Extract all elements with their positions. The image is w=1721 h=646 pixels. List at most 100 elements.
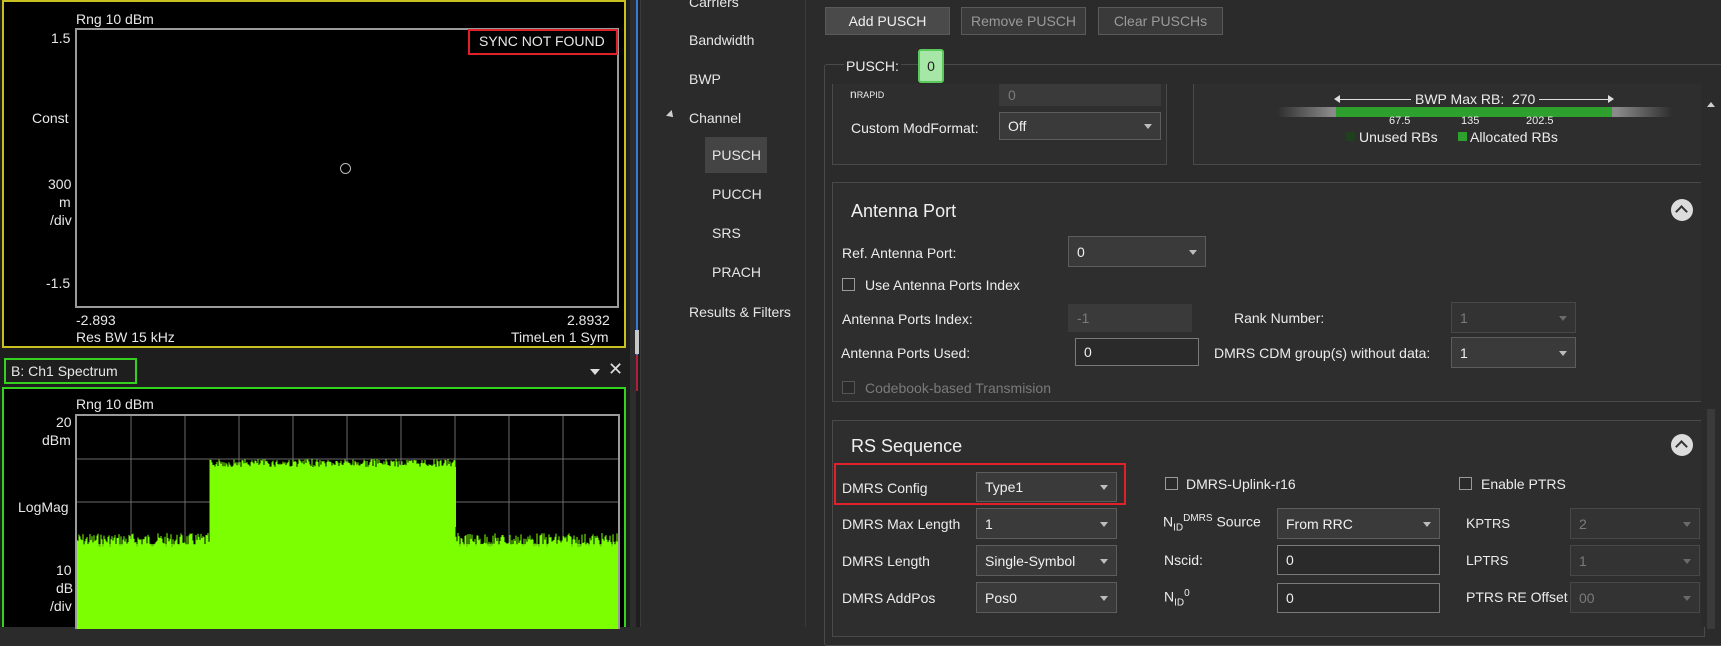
spectrum-plot[interactable] [75,414,620,629]
antenna-ports-index-input[interactable]: -1 [1068,304,1192,332]
unused-rb-legend: Unused RBs [1359,129,1438,145]
ptrs-re-offset-label: PTRS RE Offset [1466,589,1568,605]
nav-bandwidth[interactable]: Bandwidth [689,32,754,48]
dmrs-config-select[interactable]: Type1 [976,472,1117,502]
kptrs-label: KPTRS [1466,515,1511,531]
remove-pusch-button[interactable]: Remove PUSCH [961,7,1086,35]
dmrs-config-label: DMRS Config [842,480,928,496]
allocated-rb-legend: Allocated RBs [1470,129,1558,145]
nav-pucch[interactable]: PUCCH [712,186,762,202]
ref-antenna-port-label: Ref. Antenna Port: [842,245,957,261]
lptrs-select[interactable]: 1 [1570,545,1700,576]
rank-number-select[interactable]: 1 [1451,302,1576,333]
const-y-div-unit: m [59,194,71,210]
add-pusch-button[interactable]: Add PUSCH [825,7,950,35]
nid0-input[interactable]: 0 [1277,583,1440,613]
ptrs-re-offset-select[interactable]: 00 [1570,582,1700,613]
pusch-index-chip[interactable]: 0 [918,49,944,83]
constellation-marker [340,163,351,174]
n-rapid-label: nRAPID [850,87,885,101]
constellation-plot[interactable] [75,28,619,308]
ref-antenna-port-select[interactable]: 0 [1068,236,1206,267]
spectrum-trace [77,459,618,629]
settings-content: Add PUSCH Remove PUSCH Clear PUSCHs PUSC… [805,0,1721,646]
kptrs-select[interactable]: 2 [1570,508,1700,539]
antenna-ports-used-input[interactable]: 0 [1075,338,1199,366]
collapse-antenna-port-icon[interactable] [1671,199,1693,221]
instrument-display: Rng 10 dBm 1.5 Const 300 m /div -1.5 SYN… [0,0,640,629]
chevron-down-icon [1423,522,1431,527]
clear-puschs-button[interactable]: Clear PUSCHs [1098,7,1223,35]
n-rapid-input[interactable]: 0 [999,84,1161,106]
nid-dmrs-source-label: NIDDMRS Source [1163,513,1261,534]
rank-number-label: Rank Number: [1234,310,1325,326]
spec-y-div-value: 10 [56,562,72,578]
close-icon[interactable]: ✕ [608,359,623,380]
sync-status: SYNC NOT FOUND [479,33,605,49]
dmrs-length-select[interactable]: Single-Symbol [976,545,1117,576]
spectrum-band-fill [210,467,456,527]
dmrs-uplink-r16-checkbox[interactable] [1165,477,1178,490]
pane-divider-accent-blue [636,0,638,355]
nav-results-filters[interactable]: Results & Filters [689,304,791,320]
const-y-div-value: 300 [48,176,72,192]
collapse-rs-sequence-icon[interactable] [1671,434,1693,456]
scroll-up-icon[interactable] [1707,102,1715,107]
arrow-right-icon [1608,95,1614,103]
nav-pusch[interactable]: PUSCH [712,147,761,163]
chevron-down-icon [1144,124,1152,129]
nav-bwp[interactable]: BWP [689,71,721,87]
const-range: Rng 10 dBm [76,11,154,27]
spec-y-div-per: /div [50,598,72,614]
scrollbar-thumb[interactable] [1707,409,1715,629]
nscid-label: Nscid: [1164,552,1203,568]
lptrs-label: LPTRS [1466,552,1509,568]
spectrum-window[interactable]: Rng 10 dBm 20 dBm LogMag 10 dB /div [2,387,626,629]
dmrs-max-length-label: DMRS Max Length [842,516,961,532]
allocated-rb-swatch [1458,132,1467,141]
enable-ptrs-checkbox[interactable] [1459,477,1472,490]
nid-dmrs-source-select[interactable]: From RRC [1277,508,1440,539]
spectrum-title-bar: B: Ch1 Spectrum ✕ [0,355,628,387]
codebook-transmission-label: Codebook-based Transmision [865,380,1051,396]
use-antenna-ports-index-label: Use Antenna Ports Index [865,277,1020,293]
chevron-down-icon [1559,316,1567,321]
const-y-top: 1.5 [51,30,71,46]
use-antenna-ports-index-checkbox[interactable] [842,278,855,291]
nid0-label: NID0 [1164,588,1190,609]
dmrs-max-length-select[interactable]: 1 [976,508,1117,539]
nav-prach[interactable]: PRACH [712,264,761,280]
spec-y-top-unit: dBm [42,432,71,448]
chevron-down-icon [1683,559,1691,564]
chevron-down-icon [1683,596,1691,601]
settings-nav: Carriers Bandwidth BWP Channel PUSCH PUC… [640,0,805,627]
pane-scroll-thumb[interactable] [635,330,639,354]
spec-y-div-unit: dB [56,580,74,596]
antenna-port-title: Antenna Port [851,201,957,221]
nscid-input[interactable]: 0 [1277,545,1440,575]
window-menu-icon[interactable] [590,369,600,375]
antenna-ports-index-label: Antenna Ports Index: [842,311,973,327]
expand-arrow-icon[interactable] [666,110,676,120]
dmrs-uplink-r16-label: DMRS-Uplink-r16 [1186,476,1296,492]
rb-tick-2: 135 [1461,115,1480,127]
const-x-left: -2.893 [76,312,116,328]
nav-channel[interactable]: Channel [689,110,741,126]
chevron-down-icon [1100,596,1108,601]
constellation-window[interactable]: Rng 10 dBm 1.5 Const 300 m /div -1.5 SYN… [2,0,626,348]
antenna-ports-used-label: Antenna Ports Used: [841,345,971,361]
spec-range: Rng 10 dBm [76,396,154,412]
rs-sequence-title: RS Sequence [851,436,963,456]
custom-modformat-select[interactable]: Off [999,112,1161,140]
spec-y-label: LogMag [18,499,69,515]
nav-carriers[interactable]: Carriers [689,0,739,10]
codebook-transmission-checkbox[interactable] [842,381,855,394]
bwp-max-rb-label: BWP Max RB: 270 [1411,91,1540,107]
vertical-scrollbar[interactable] [1701,84,1721,629]
dmrs-addpos-select[interactable]: Pos0 [976,582,1117,613]
enable-ptrs-label: Enable PTRS [1481,476,1566,492]
nav-srs[interactable]: SRS [712,225,741,241]
chevron-down-icon [1100,485,1108,490]
chevron-down-icon [1559,351,1567,356]
dmrs-cdm-groups-select[interactable]: 1 [1451,337,1576,368]
